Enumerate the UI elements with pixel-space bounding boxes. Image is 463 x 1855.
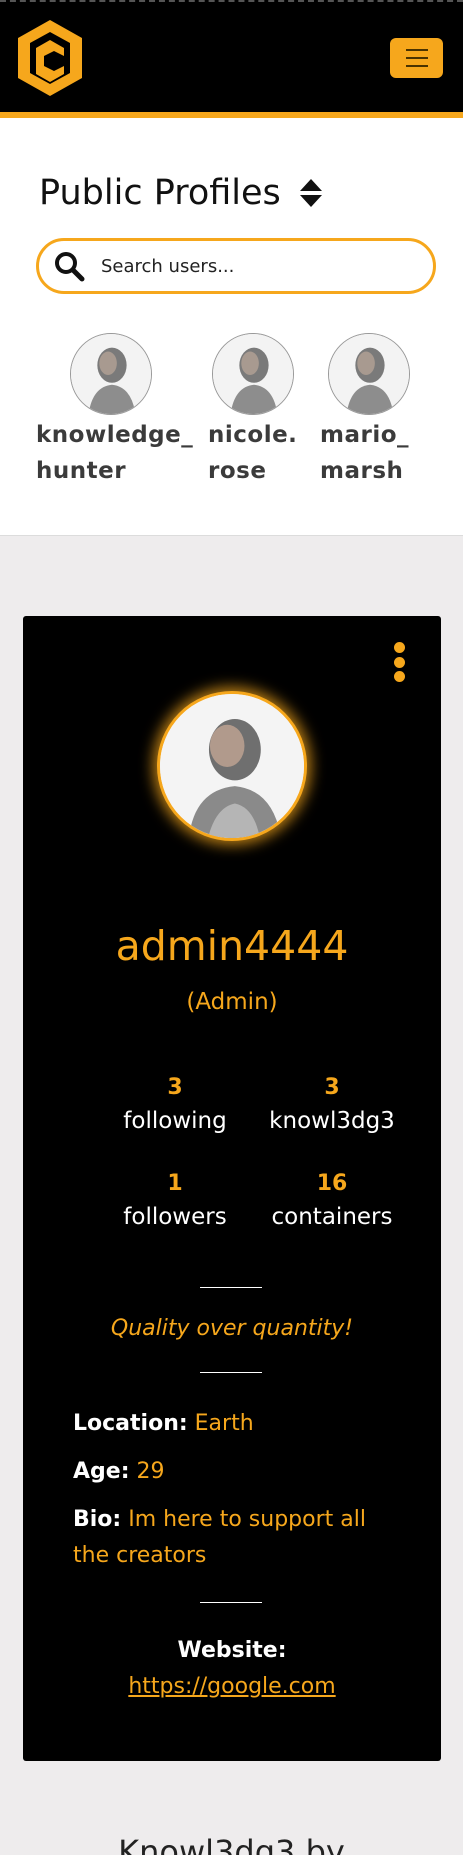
search-bar	[36, 238, 436, 294]
avatar	[70, 333, 152, 415]
profile-role: (Admin)	[186, 989, 278, 1015]
divider	[200, 1287, 262, 1288]
divider	[200, 1372, 262, 1373]
top-navbar	[0, 0, 463, 118]
footer-text: Knowl3dg3 by	[118, 1833, 345, 1855]
profile-avatar	[157, 691, 307, 841]
divider	[200, 1602, 262, 1603]
stat-following[interactable]: 3 following	[95, 1073, 255, 1139]
menu-button[interactable]	[390, 38, 443, 78]
page-title: Public Profiles	[39, 173, 281, 213]
search-icon[interactable]	[53, 250, 85, 282]
user-card[interactable]: mario_ marsh	[320, 333, 430, 489]
user-card[interactable]: nicole. rose	[208, 333, 298, 489]
search-input[interactable]	[101, 255, 421, 277]
profile-username: admin4444	[115, 922, 349, 970]
stat-containers[interactable]: 16 containers	[252, 1169, 412, 1235]
stat-knowl3dg3[interactable]: 3 knowl3dg3	[252, 1073, 412, 1139]
website-label: Website:	[177, 1638, 287, 1663]
profile-motto: Quality over quantity!	[110, 1316, 354, 1341]
profile-bio: Bio: Im here to support all the creators	[73, 1507, 366, 1568]
user-name: nicole. rose	[208, 422, 298, 484]
more-options-icon[interactable]	[393, 642, 405, 682]
user-card[interactable]: knowledge_ hunter	[36, 333, 194, 489]
public-profiles-panel: Public Profiles knowledge_ hunter	[0, 118, 463, 536]
user-name: mario_ marsh	[320, 422, 410, 484]
website-link[interactable]: https://google.com	[23, 1674, 441, 1699]
avatar	[212, 333, 294, 415]
profile-location: Location: Earth	[73, 1411, 254, 1436]
user-name: knowledge_ hunter	[36, 422, 194, 484]
sort-icon[interactable]	[299, 177, 323, 209]
panel-title-row: Public Profiles	[39, 173, 323, 213]
profile-card: admin4444 (Admin) 3 following 3 knowl3dg…	[23, 616, 441, 1761]
cube-logo-icon[interactable]	[14, 18, 86, 98]
avatar	[328, 333, 410, 415]
profile-age: Age: 29	[73, 1459, 165, 1484]
hamburger-icon	[405, 49, 428, 51]
stat-followers[interactable]: 1 followers	[95, 1169, 255, 1235]
